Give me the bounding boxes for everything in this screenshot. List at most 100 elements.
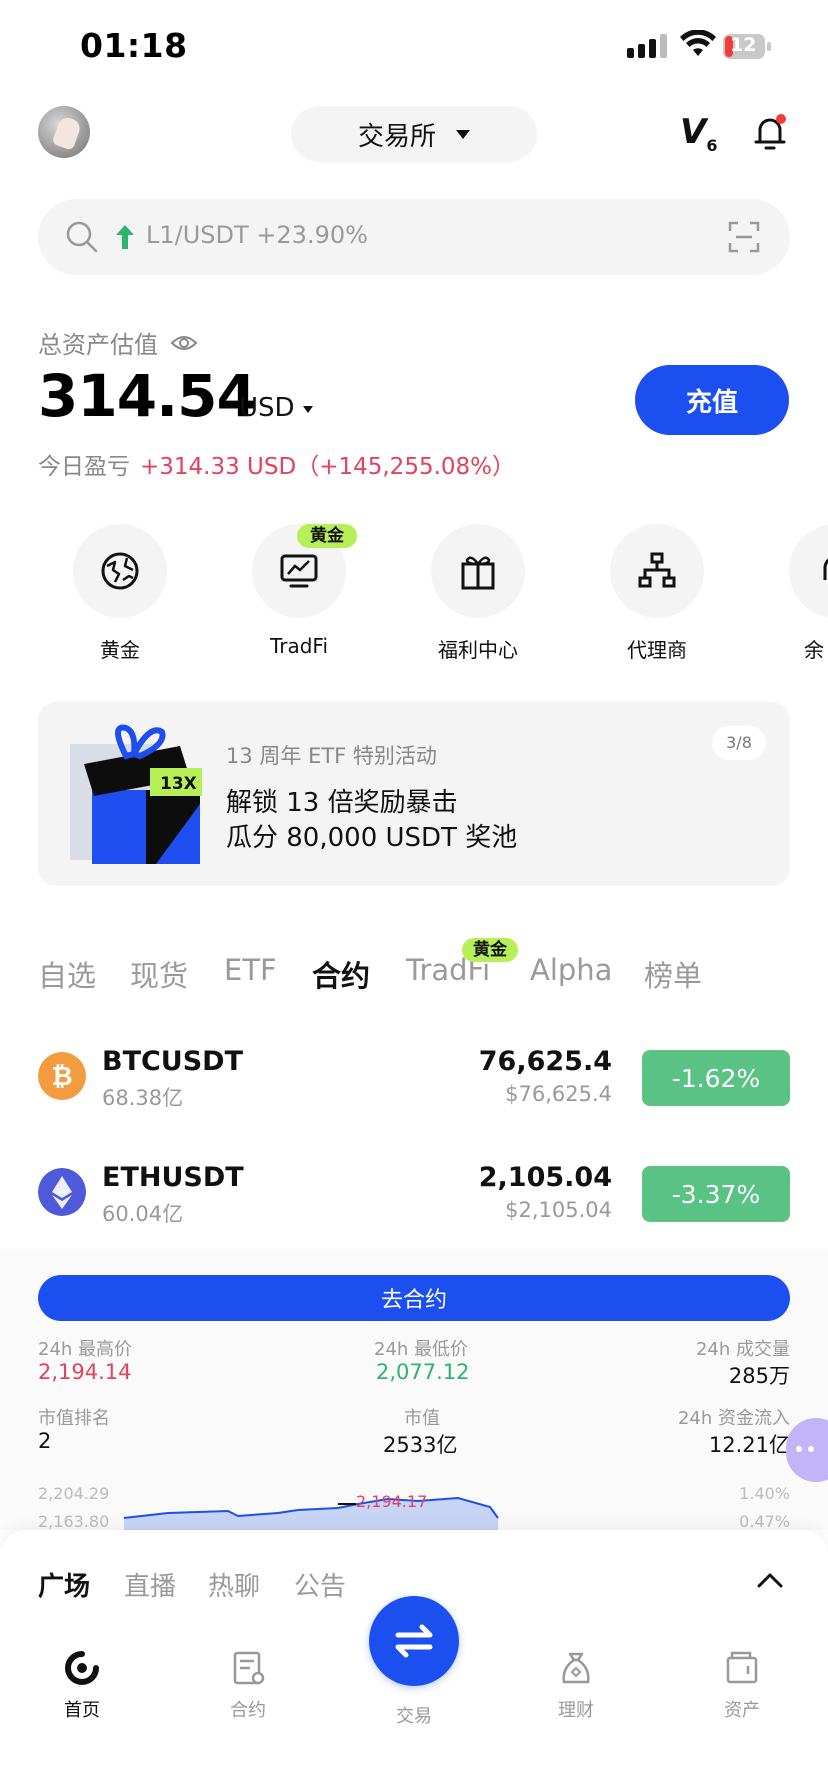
- shortcut-label: 黄金: [100, 638, 140, 662]
- market-row-eth[interactable]: ETHUSDT 60.04亿 2,105.04 $2,105.04 -3.37%: [38, 1158, 790, 1228]
- savings-icon: [823, 558, 828, 580]
- scan-icon[interactable]: [728, 221, 760, 253]
- exchange-label: 交易所: [357, 121, 436, 152]
- volume-value: 285万: [728, 1364, 790, 1388]
- nav-label: 首页: [64, 1700, 100, 1721]
- wifi-icon: [680, 30, 716, 56]
- market-price: 76,625.4: [478, 1046, 612, 1077]
- chart-monitor-icon: [280, 554, 318, 588]
- inflow-label: 24h 资金流入: [677, 1408, 790, 1429]
- tab-spot[interactable]: 现货: [130, 953, 188, 995]
- market-price-usd: $2,105.04: [505, 1198, 612, 1222]
- gift-icon: [461, 556, 495, 590]
- battery-icon: 12: [722, 33, 772, 60]
- tab-alpha[interactable]: Alpha: [530, 953, 612, 987]
- total-assets-value: 314.54: [38, 362, 257, 430]
- nav-earn[interactable]: 理财: [526, 1648, 626, 1722]
- banner-art-text: 13X: [160, 774, 197, 794]
- wallet-icon: [726, 1651, 758, 1684]
- shortcut-label: 余: [804, 638, 824, 662]
- daily-pnl[interactable]: 今日盈亏 +314.33 USD（+145,255.08%）: [38, 447, 515, 481]
- vip-badge[interactable]: V6: [680, 112, 717, 155]
- low-label: 24h 最低价: [374, 1339, 469, 1360]
- tab-live[interactable]: 直播: [124, 1566, 176, 1603]
- banner-subtitle: 13 周年 ETF 特别活动: [226, 744, 437, 768]
- futures-doc-icon: [233, 1651, 265, 1685]
- market-change-badge[interactable]: -1.62%: [642, 1050, 790, 1106]
- chevron-up-icon[interactable]: [756, 1570, 784, 1590]
- market-row-btc[interactable]: ₿ BTCUSDT 68.38亿 76,625.4 $76,625.4 -1.6…: [38, 1042, 790, 1112]
- market-price: 2,105.04: [478, 1162, 612, 1193]
- swap-arrows-icon: [395, 1624, 433, 1658]
- chart-pct-low: 0.47%: [739, 1512, 790, 1530]
- tab-watchlist[interactable]: 自选: [38, 953, 96, 995]
- market-volume: 68.38亿: [102, 1086, 184, 1110]
- total-assets-label: 总资产估值: [38, 325, 198, 360]
- currency-selector[interactable]: USD: [239, 393, 313, 423]
- mcap-value: 2533亿: [383, 1433, 458, 1457]
- notification-bell-icon[interactable]: [752, 112, 788, 152]
- tab-etf[interactable]: ETF: [224, 953, 277, 987]
- shortcut-welfare[interactable]: 福利中心: [430, 524, 526, 663]
- nav-futures[interactable]: 合约: [198, 1648, 298, 1722]
- svg-text:₿: ₿: [51, 1062, 72, 1092]
- shortcut-savings[interactable]: 余: [788, 524, 828, 663]
- deposit-button[interactable]: 充值: [635, 365, 789, 435]
- banner-page-indicator: 3/8: [712, 726, 766, 760]
- nav-label: 资产: [724, 1700, 760, 1721]
- promo-banner[interactable]: 13X 13 周年 ETF 特别活动 解锁 13 倍奖励暴击 瓜分 80,000…: [38, 702, 790, 886]
- mini-price-chart: 2,204.29 2,163.80 2,194.17 1.40% 0.47%: [38, 1482, 790, 1530]
- currency-label: USD: [239, 393, 295, 423]
- volume-label: 24h 成交量: [695, 1339, 790, 1360]
- nav-label: 理财: [558, 1700, 594, 1721]
- market-symbol: BTCUSDT: [102, 1046, 244, 1077]
- shortcut-gold[interactable]: 黄金: [72, 524, 168, 663]
- nav-home[interactable]: 首页: [32, 1648, 132, 1722]
- money-bag-icon: [562, 1652, 590, 1684]
- inflow-value: 12.21亿: [708, 1433, 790, 1457]
- trade-button[interactable]: [369, 1596, 459, 1686]
- chart-peak-label: 2,194.17: [356, 1492, 428, 1511]
- search-icon: [66, 221, 98, 253]
- market-volume: 60.04亿: [102, 1202, 184, 1226]
- chart-high-label: 2,204.29: [38, 1484, 110, 1503]
- chevron-down-icon: [456, 129, 470, 139]
- vip-letter: V: [680, 112, 707, 152]
- banner-title-line1: 解锁 13 倍奖励暴击: [226, 788, 458, 818]
- shortcut-label: 福利中心: [438, 638, 518, 662]
- market-change-badge[interactable]: -3.37%: [642, 1166, 790, 1222]
- exchange-switcher[interactable]: 交易所: [291, 106, 537, 162]
- mcap-label: 市值: [404, 1408, 440, 1429]
- org-chart-icon: [638, 552, 676, 588]
- gold-badge: 黄金: [297, 524, 357, 548]
- tab-rankings[interactable]: 榜单: [644, 953, 702, 995]
- chart-pct-high: 1.40%: [739, 1484, 790, 1503]
- chart-low-label: 2,163.80: [38, 1512, 110, 1530]
- market-tabs: 自选 现货 ETF 合约 TradFi Alpha 榜单: [38, 953, 790, 993]
- tab-hot-chat[interactable]: 热聊: [208, 1566, 260, 1603]
- home-icon: [65, 1651, 99, 1685]
- high-value: 2,194.14: [38, 1360, 132, 1384]
- tab-square[interactable]: 广场: [38, 1566, 90, 1603]
- ethereum-icon: [38, 1168, 86, 1216]
- low-value: 2,077.12: [376, 1360, 470, 1384]
- cellular-signal-icon: [627, 34, 667, 58]
- market-detail-panel: 去合约 24h 最高价 2,194.14 24h 最低价 2,077.12 24…: [0, 1250, 828, 1530]
- tab-futures[interactable]: 合约: [312, 953, 370, 995]
- gift-box-illustration: [70, 724, 202, 864]
- trending-up-icon: [116, 225, 134, 249]
- shortcut-agent[interactable]: 代理商: [609, 524, 705, 663]
- notification-dot: [776, 114, 786, 124]
- go-futures-button[interactable]: 去合约: [38, 1275, 790, 1321]
- eye-icon[interactable]: [170, 333, 198, 353]
- search-bar[interactable]: L1/USDT +23.90%: [38, 199, 790, 275]
- tradfi-gold-badge: 黄金: [462, 938, 518, 962]
- total-assets-text: 总资产估值: [38, 331, 158, 359]
- tab-announcements[interactable]: 公告: [294, 1566, 346, 1603]
- banner-title-line2: 瓜分 80,000 USDT 奖池: [226, 823, 518, 853]
- nav-assets[interactable]: 资产: [692, 1648, 792, 1722]
- rank-label: 市值排名: [38, 1408, 110, 1429]
- avatar[interactable]: [38, 106, 90, 158]
- bitcoin-icon: ₿: [38, 1052, 86, 1100]
- battery-level: 12: [730, 34, 757, 56]
